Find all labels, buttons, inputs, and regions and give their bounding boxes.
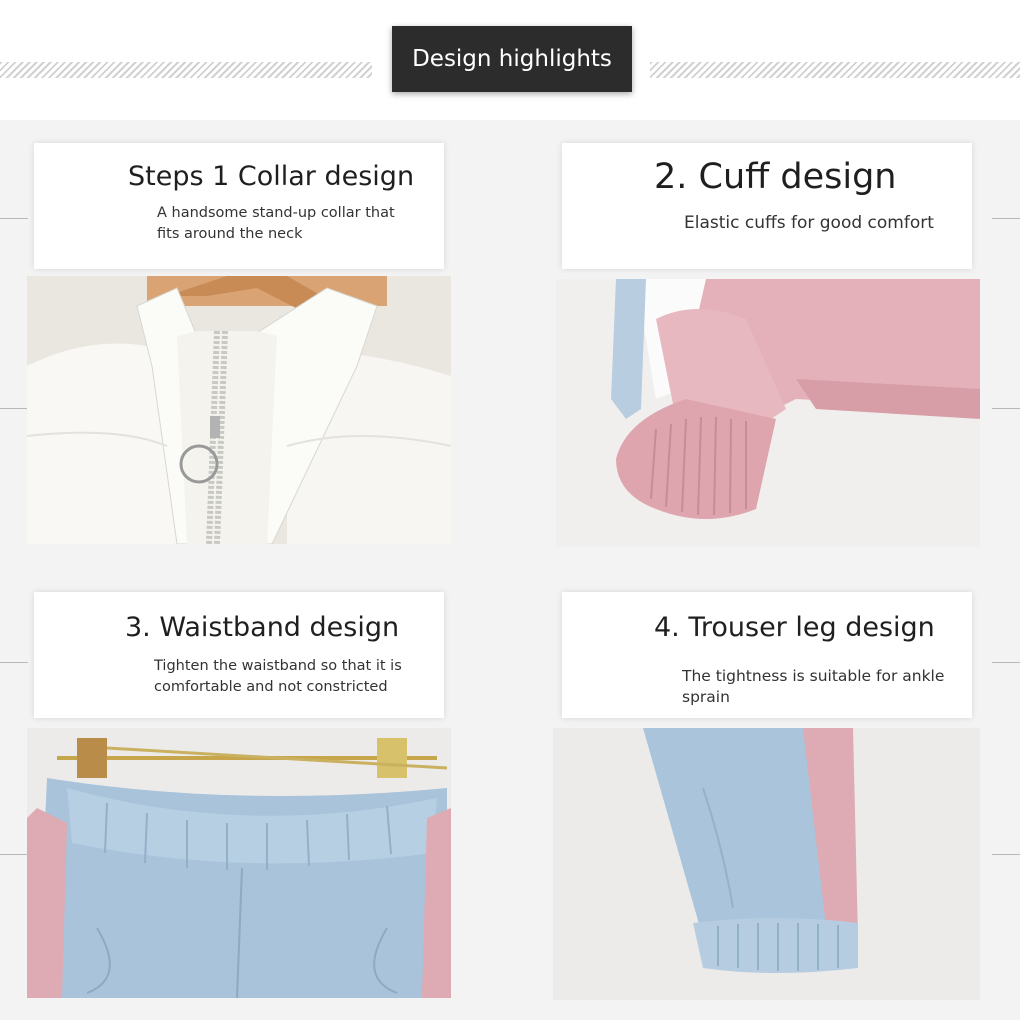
pink-sleeve-cuff-photo bbox=[556, 279, 980, 547]
feature-description: A handsome stand-up collar that fits aro… bbox=[157, 205, 395, 242]
edge-divider bbox=[992, 854, 1020, 855]
blue-trouser-leg-photo bbox=[553, 728, 980, 1000]
feature-title: 3. Waistband design bbox=[125, 612, 400, 643]
feature-card-cuff: 2. Cuff design Elastic cuffs for good co… bbox=[562, 143, 972, 269]
header-hatch-right bbox=[650, 62, 1020, 78]
feature-card-trouser-leg: 4. Trouser leg design The tightness is s… bbox=[562, 592, 972, 718]
feature-description: Tighten the waistband so that it is comf… bbox=[154, 658, 402, 695]
feature-title: 2. Cuff design bbox=[654, 157, 897, 197]
feature-title: Steps 1 Collar design bbox=[128, 161, 415, 192]
blue-pants-waistband-photo bbox=[27, 728, 451, 998]
edge-divider bbox=[0, 662, 28, 663]
section-title: Design highlights bbox=[392, 26, 632, 92]
feature-card-collar: Steps 1 Collar design A handsome stand-u… bbox=[34, 143, 444, 269]
edge-divider bbox=[0, 218, 28, 219]
edge-divider bbox=[0, 408, 28, 409]
edge-divider bbox=[992, 218, 1020, 219]
header-hatch-left bbox=[0, 62, 372, 78]
edge-divider bbox=[992, 662, 1020, 663]
feature-description: The tightness is suitable for ankle spra… bbox=[682, 667, 945, 706]
feature-title: 4. Trouser leg design bbox=[654, 612, 935, 643]
feature-description: Elastic cuffs for good comfort bbox=[684, 213, 934, 233]
edge-divider bbox=[992, 408, 1020, 409]
feature-card-waistband: 3. Waistband design Tighten the waistban… bbox=[34, 592, 444, 718]
white-jacket-collar-photo bbox=[27, 276, 451, 544]
edge-divider bbox=[0, 854, 28, 855]
